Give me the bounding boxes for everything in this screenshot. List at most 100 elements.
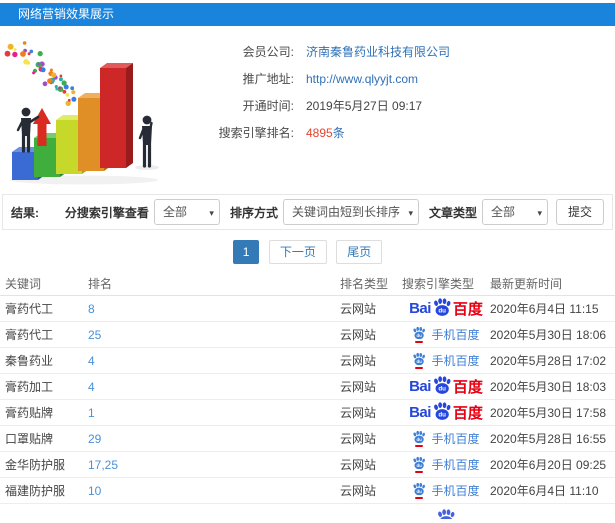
promo-url-label: 推广地址: xyxy=(242,72,294,86)
rank-link[interactable]: 25 xyxy=(88,328,101,342)
open-time-label: 开通时间: xyxy=(242,99,294,113)
pagination: 1 下一页 尾页 xyxy=(0,240,615,266)
mobile-baidu-paw-icon xyxy=(412,326,426,343)
rank-link[interactable]: 8 xyxy=(88,302,95,316)
page-title: 网络营销效果展示 xyxy=(18,7,115,21)
keyword-cell: 秦鲁药业 xyxy=(5,354,54,368)
mobile-baidu-logo: 手机百度 xyxy=(412,352,480,369)
baidu-paw-icon xyxy=(432,297,452,317)
sort-value: 关键词由短到长排序 xyxy=(291,205,400,219)
table-row: 秦鲁药业 4 云网站 Bai 百度 手机百度 2020年5月28日 17:02 xyxy=(0,348,615,374)
company-link[interactable]: 济南秦鲁药业科技有限公司 xyxy=(306,45,450,59)
keyword-cell: 膏药贴牌 xyxy=(5,406,54,420)
rank-link[interactable]: 4 xyxy=(88,380,95,394)
update-time-cell: 2020年5月30日 17:58 xyxy=(490,406,607,420)
rank-type-cell: 云网站 xyxy=(340,458,377,472)
col-engine-type: 搜索引擎类型 xyxy=(402,277,475,291)
engine-filter-value: 全部 xyxy=(162,205,187,219)
rank-link[interactable]: 29 xyxy=(88,432,101,446)
keyword-cell: 膏药代工 xyxy=(5,328,54,342)
keyword-cell: 福建防护服 xyxy=(5,484,66,498)
confetti-group xyxy=(4,41,77,107)
baidu-cn-text: 百度 xyxy=(452,379,483,396)
rank-type-cell: 云网站 xyxy=(340,380,377,394)
result-label: 结果: xyxy=(11,205,39,220)
rank-type-cell: 云网站 xyxy=(340,328,377,342)
rank-type-cell: 云网站 xyxy=(340,354,377,368)
mobile-baidu-paw-icon xyxy=(412,430,426,447)
bar-chart-illustration xyxy=(4,41,159,185)
engine-filter-select[interactable]: 全部 ▾ xyxy=(153,199,220,225)
rank-link[interactable]: 10 xyxy=(88,484,101,498)
engine-filter-label: 分搜索引擎查看 xyxy=(64,205,149,220)
filter-bar: 结果: 分搜索引擎查看 全部 ▾ 排序方式 关键词由短到长排序 ▾ 文章类型 全… xyxy=(2,194,613,230)
page-title-bar: 网络营销效果展示 xyxy=(0,3,615,26)
last-page-button[interactable]: 尾页 xyxy=(336,240,383,264)
update-time-cell: 2020年6月4日 11:15 xyxy=(490,302,599,316)
rank-type-cell: 云网站 xyxy=(340,406,377,420)
col-keyword: 关键词 xyxy=(5,277,42,291)
promo-url-link[interactable]: http://www.qlyyjt.com xyxy=(306,72,418,86)
engine-cell: Bai 百度 手机百度 xyxy=(402,401,490,425)
keyword-cell: 口罩贴牌 xyxy=(5,432,54,446)
engine-cell: Bai 百度 手机百度 xyxy=(402,297,490,321)
article-type-select[interactable]: 全部 ▾ xyxy=(481,199,548,225)
mobile-baidu-paw-icon xyxy=(412,456,426,473)
engine-cell: Bai 百度 手机百度 xyxy=(402,482,490,499)
engine-cell: Bai 百度 手机百度 xyxy=(402,430,490,447)
page-1-button[interactable]: 1 xyxy=(232,240,260,264)
update-time-cell: 2020年6月20日 09:25 xyxy=(490,458,607,472)
engine-rank-unit: 条 xyxy=(332,126,345,140)
engine-cell: Bai 百度 手机百度 xyxy=(402,326,490,343)
keyword-cell: 膏药加工 xyxy=(5,380,54,394)
table-row: 膏药加工 4 云网站 Bai 百度 手机百度 2020年5月30日 18:03 xyxy=(0,374,615,400)
rank-type-cell: 云网站 xyxy=(340,432,377,446)
table-row: 福建防护服 10 云网站 Bai 百度 手机百度 2020年6月4日 11:10 xyxy=(0,478,615,504)
rank-link[interactable]: 4 xyxy=(88,354,95,368)
update-time-cell: 2020年5月30日 18:06 xyxy=(490,328,607,342)
mobile-baidu-logo: 手机百度 xyxy=(412,456,480,473)
baidu-paw-icon xyxy=(436,508,456,519)
keyword-cell: 金华防护服 xyxy=(5,458,66,472)
table-row: 口罩贴牌 29 云网站 Bai 百度 手机百度 2020年5月28日 16:55 xyxy=(0,426,615,452)
table-row: 金华防护服 17,25 云网站 Bai 百度 手机百度 2020年6月20日 0… xyxy=(0,452,615,478)
sort-select[interactable]: 关键词由短到长排序 ▾ xyxy=(282,199,419,225)
baidu-paw-icon xyxy=(432,375,452,395)
chevron-down-icon: ▾ xyxy=(209,208,214,218)
engine-rank-label: 搜索引擎排名: xyxy=(218,126,294,140)
update-time-cell: 2020年5月28日 16:55 xyxy=(490,432,607,446)
baidu-bai-text: Bai xyxy=(409,404,431,421)
keyword-cell: 膏药代工 xyxy=(5,302,54,316)
next-page-button[interactable]: 下一页 xyxy=(268,240,327,264)
partial-next-row xyxy=(0,504,615,519)
col-update-time: 最新更新时间 xyxy=(490,277,563,291)
baidu-bai-text: Bai xyxy=(409,378,431,395)
baidu-bai-text: Bai xyxy=(409,300,431,317)
table-row: 膏药代工 25 云网站 Bai 百度 手机百度 2020年5月30日 18:06 xyxy=(0,322,615,348)
rank-type-cell: 云网站 xyxy=(340,484,377,498)
baidu-logo: Bai 百度 xyxy=(409,401,483,425)
baidu-cn-text: 百度 xyxy=(452,301,483,318)
mobile-baidu-text: 手机百度 xyxy=(431,432,480,446)
table-row: 膏药贴牌 1 云网站 Bai 百度 手机百度 2020年5月30日 17:58 xyxy=(0,400,615,426)
mobile-baidu-text: 手机百度 xyxy=(431,484,480,498)
rank-type-cell: 云网站 xyxy=(340,302,377,316)
update-time-cell: 2020年5月28日 17:02 xyxy=(490,354,607,368)
engine-rank-count: 4895 xyxy=(306,126,333,140)
rank-link[interactable]: 1 xyxy=(88,406,95,420)
mobile-baidu-text: 手机百度 xyxy=(431,354,480,368)
chevron-down-icon: ▾ xyxy=(537,208,542,218)
mobile-baidu-logo: 手机百度 xyxy=(412,430,480,447)
rank-link[interactable]: 17,25 xyxy=(88,458,118,472)
company-label: 会员公司: xyxy=(242,45,294,59)
table-header-row: 关键词 排名 排名类型 搜索引擎类型 最新更新时间 xyxy=(0,272,615,296)
mobile-baidu-paw-icon xyxy=(412,352,426,369)
baidu-paw-icon xyxy=(432,401,452,421)
sort-label: 排序方式 xyxy=(229,205,278,220)
mobile-baidu-paw-icon xyxy=(412,482,426,499)
mobile-baidu-logo: 手机百度 xyxy=(412,326,480,343)
baidu-logo: Bai 百度 xyxy=(409,297,483,321)
submit-button[interactable]: 提交 xyxy=(555,199,604,225)
engine-cell: Bai 百度 手机百度 xyxy=(402,456,490,473)
businessman-right xyxy=(135,115,159,170)
